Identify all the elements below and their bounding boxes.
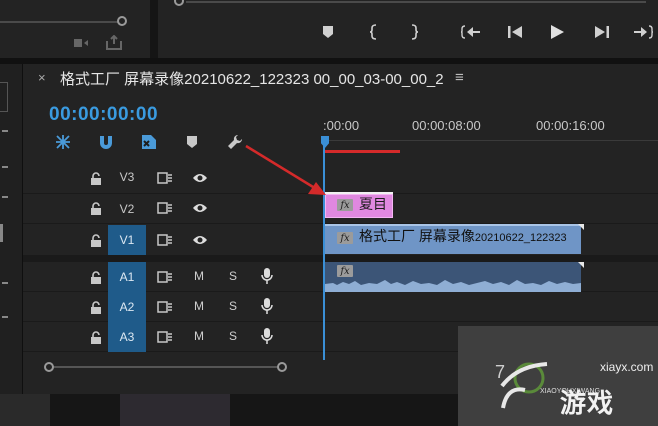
nested-clip-title: 夏目 [359,196,387,212]
add-marker-icon[interactable] [182,132,202,152]
go-to-in-icon[interactable] [460,22,482,42]
track-lock-icon[interactable] [89,330,103,344]
nest-sequence-icon[interactable] [53,132,73,152]
track-label-v1[interactable]: V1 [108,225,146,255]
tool-button[interactable] [0,82,8,112]
solo-button[interactable]: S [229,329,237,343]
track-label-a1[interactable]: A1 [108,262,146,292]
zoom-handle-right[interactable] [277,362,287,372]
zoom-handle-left[interactable] [44,362,54,372]
source-scrollbar-handle[interactable] [117,16,127,26]
solo-button[interactable]: S [229,299,237,313]
clip-end-marker [578,224,584,230]
work-area-bar[interactable] [325,150,400,153]
linked-selection-icon[interactable] [139,132,159,152]
ruler-tick-label: 00:00:16:00 [536,118,605,133]
panel-menu-icon[interactable]: ≡ [455,69,464,86]
close-sequence-button[interactable]: × [38,70,46,85]
track-label-v3[interactable]: V3 [108,162,146,192]
sync-lock-icon[interactable] [156,233,174,247]
fx-badge: fx [337,199,353,211]
settings-wrench-icon[interactable] [225,132,245,152]
track-lock-icon[interactable] [89,171,103,185]
sync-lock-icon[interactable] [156,201,174,215]
tool-mark[interactable] [0,224,3,242]
ruler-tick-label: 00:00:08:00 [412,118,481,133]
bottom-panel-block [120,394,230,426]
playhead-timecode[interactable]: 00:00:00:00 [49,104,158,126]
mark-in-icon[interactable] [364,22,384,42]
track-label-a2[interactable]: A2 [108,292,146,322]
step-back-icon[interactable] [505,22,525,42]
sync-lock-icon[interactable] [156,171,174,185]
tool-mark[interactable] [2,130,8,132]
video-clip-title: 格式工厂 屏幕录像20210622_122323 [359,228,567,244]
track-lock-icon[interactable] [89,233,103,247]
mute-button[interactable]: M [194,269,204,283]
mute-button[interactable]: M [194,329,204,343]
audio-clip[interactable] [325,262,581,292]
panel-divider [150,0,158,58]
track-label-v2[interactable]: V2 [108,194,146,224]
track-visibility-eye-icon[interactable] [191,201,209,215]
track-label-a3[interactable]: A3 [108,322,146,352]
step-forward-icon[interactable] [592,22,612,42]
fx-badge: fx [337,232,353,244]
marker-icon[interactable] [318,22,338,42]
voice-over-mic-icon[interactable] [261,327,273,345]
program-scrollbar-track[interactable] [186,1,646,3]
play-icon[interactable] [547,22,567,42]
go-to-out-icon[interactable] [632,22,654,42]
tool-mark[interactable] [2,196,8,198]
mute-button[interactable]: M [194,299,204,313]
sequence-tab-title[interactable]: 格式工厂 屏幕录像20210622_122323 00_00_03-00_00_… [60,68,444,89]
watermark-overlay [458,326,658,426]
ruler-tick-label: :00:00 [323,118,360,133]
snap-icon[interactable] [96,132,116,152]
tool-mark[interactable] [2,282,8,284]
sync-lock-icon[interactable] [156,300,174,314]
watermark-glyph: 7 [495,362,506,382]
bottom-panel-block [0,394,50,426]
tools-panel [0,64,23,394]
sync-lock-icon[interactable] [156,270,174,284]
track-lock-icon[interactable] [89,300,103,314]
voice-over-mic-icon[interactable] [261,267,273,285]
clip-end-marker [578,262,584,268]
export-frame-icon[interactable] [104,34,124,51]
audio-waveform [325,280,581,292]
tool-mark[interactable] [2,316,8,318]
watermark-url: xiayx.com [600,360,654,374]
watermark-title: 游戏 [560,388,615,418]
track-lock-icon[interactable] [89,270,103,284]
solo-button[interactable]: S [229,269,237,283]
track-visibility-eye-icon[interactable] [191,171,209,185]
tool-mark[interactable] [2,166,8,168]
track-lock-icon[interactable] [89,201,103,215]
track-visibility-eye-icon[interactable] [191,233,209,247]
watermark-logo [497,356,557,414]
voice-over-mic-icon[interactable] [261,297,273,315]
playhead-line[interactable] [323,140,325,360]
mark-out-icon[interactable] [404,22,424,42]
time-ruler[interactable] [323,140,658,141]
sync-lock-icon[interactable] [156,330,174,344]
insert-icon[interactable] [72,36,90,50]
fx-badge: fx [337,265,353,277]
source-scrollbar-track[interactable] [0,21,118,23]
timeline-zoom-track[interactable] [50,366,282,368]
